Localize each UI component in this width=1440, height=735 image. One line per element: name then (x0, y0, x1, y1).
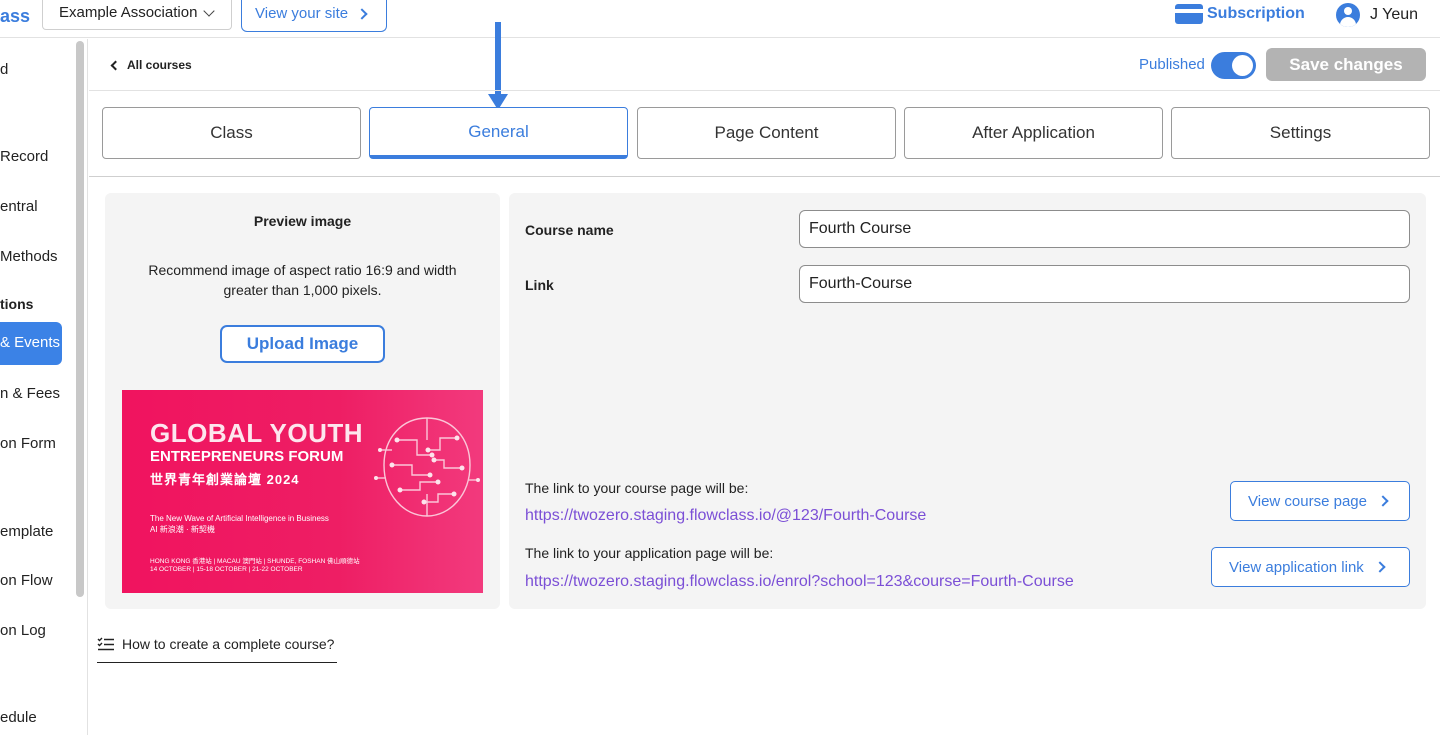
preview-image-title: Preview image (253, 213, 352, 229)
banner-date-line: 14 OCTOBER | 15-18 OCTOBER | 21-22 OCTOB… (150, 566, 303, 573)
course-general-form: Course name Fourth Course Link Fourth-Co… (509, 193, 1426, 609)
chevron-left-icon (110, 60, 121, 70)
sidebar-section-heading: tions (0, 296, 34, 312)
chevron-down-icon (203, 4, 216, 17)
divider (89, 176, 1440, 177)
subscription-link[interactable]: Subscription (1175, 4, 1305, 24)
annotation-arrow-shaft (495, 22, 501, 96)
banner-location-line: HONG KONG 香港站 | MACAU 澳門站 | SHUNDE, FOSH… (150, 558, 360, 565)
view-application-link-label: View application link (1229, 558, 1364, 576)
sidebar-item-label: & Events (0, 334, 61, 351)
brand-logo-text[interactable]: ass (0, 6, 30, 27)
user-avatar-icon (1336, 3, 1360, 27)
application-page-url[interactable]: https://twozero.staging.flowclass.io/enr… (525, 573, 1074, 591)
application-link-caption: The link to your application page will b… (525, 545, 774, 561)
chevron-right-icon (1377, 495, 1389, 507)
view-site-label: View your site (255, 5, 349, 22)
back-label: All courses (127, 58, 192, 72)
sidebar-item-schedule[interactable]: edule (0, 709, 37, 726)
sidebar-item-form[interactable]: on Form (0, 435, 56, 452)
banner-locations: HONG KONG 香港站 | MACAU 澳門站 | SHUNDE, FOSH… (150, 558, 360, 574)
sidebar-item-methods[interactable]: Methods (0, 248, 58, 265)
course-preview-image: GLOBAL YOUTH ENTREPRENEURS FORUM 世界青年創業論… (122, 390, 483, 593)
toggle-knob (1232, 55, 1253, 76)
association-name: Example Association (59, 4, 198, 21)
user-menu[interactable]: J Yeun (1336, 3, 1418, 27)
view-course-page-label: View course page (1248, 492, 1367, 510)
published-toggle[interactable] (1211, 52, 1256, 79)
user-name: J Yeun (1370, 6, 1419, 23)
published-label: Published (1139, 56, 1205, 73)
banner-theme-chinese: AI 新浪潮 · 新契機 (150, 525, 215, 534)
tab-page-content[interactable]: Page Content (637, 107, 896, 159)
checklist-icon (97, 637, 114, 651)
help-guide-link[interactable]: How to create a complete course? (97, 636, 334, 652)
chevron-right-icon (356, 7, 368, 20)
divider (89, 90, 1440, 91)
tab-after-application[interactable]: After Application (904, 107, 1163, 159)
credit-card-icon (1175, 4, 1203, 24)
tab-settings[interactable]: Settings (1171, 107, 1430, 159)
course-name-label: Course name (525, 222, 614, 238)
help-link-underline (97, 662, 337, 663)
course-name-input[interactable]: Fourth Course (799, 210, 1410, 248)
chevron-right-icon (1374, 561, 1386, 573)
tab-general[interactable]: General (369, 107, 628, 159)
banner-title: GLOBAL YOUTH (150, 418, 364, 448)
preview-image-panel: Preview image Recommend image of aspect … (105, 193, 500, 609)
sidebar-item-events[interactable]: & Events (0, 322, 62, 365)
course-page-link-caption: The link to your course page will be: (525, 480, 749, 496)
tab-class[interactable]: Class (102, 107, 361, 159)
banner-theme: The New Wave of Artificial Intelligence … (150, 514, 329, 523)
back-to-all-courses-link[interactable]: All courses (110, 58, 192, 72)
banner-chinese-title: 世界青年創業論壇 2024 (150, 472, 300, 487)
help-guide-label: How to create a complete course? (122, 636, 335, 652)
course-page-url[interactable]: https://twozero.staging.flowclass.io/@12… (525, 507, 926, 525)
subscription-label: Subscription (1207, 5, 1305, 22)
sidebar-item-record[interactable]: Record (0, 148, 48, 165)
view-course-page-button[interactable]: View course page (1230, 481, 1410, 521)
sidebar-item-flow[interactable]: on Flow (0, 572, 53, 589)
view-site-button[interactable]: View your site (241, 0, 387, 32)
sidebar-item-fees[interactable]: n & Fees (0, 385, 60, 402)
sidebar: d Record entral Methods tions & Events n… (0, 39, 88, 735)
sidebar-item-log[interactable]: on Log (0, 622, 46, 639)
link-input[interactable]: Fourth-Course (799, 265, 1410, 303)
association-selector[interactable]: Example Association (42, 0, 232, 30)
link-label: Link (525, 277, 554, 293)
sidebar-item-dashboard[interactable]: d (0, 61, 8, 78)
sidebar-scrollbar[interactable] (76, 41, 84, 597)
sidebar-item-central[interactable]: entral (0, 198, 38, 215)
save-changes-button[interactable]: Save changes (1266, 48, 1426, 81)
banner-subtitle: ENTREPRENEURS FORUM (150, 448, 344, 465)
upload-image-button[interactable]: Upload Image (220, 325, 385, 363)
sidebar-item-template[interactable]: emplate (0, 523, 53, 540)
view-application-link-button[interactable]: View application link (1211, 547, 1410, 587)
top-bar: ass Example Association View your site S… (0, 0, 1440, 38)
circuit-brain-graphic (374, 417, 480, 517)
preview-image-description: Recommend image of aspect ratio 16:9 and… (148, 262, 457, 298)
